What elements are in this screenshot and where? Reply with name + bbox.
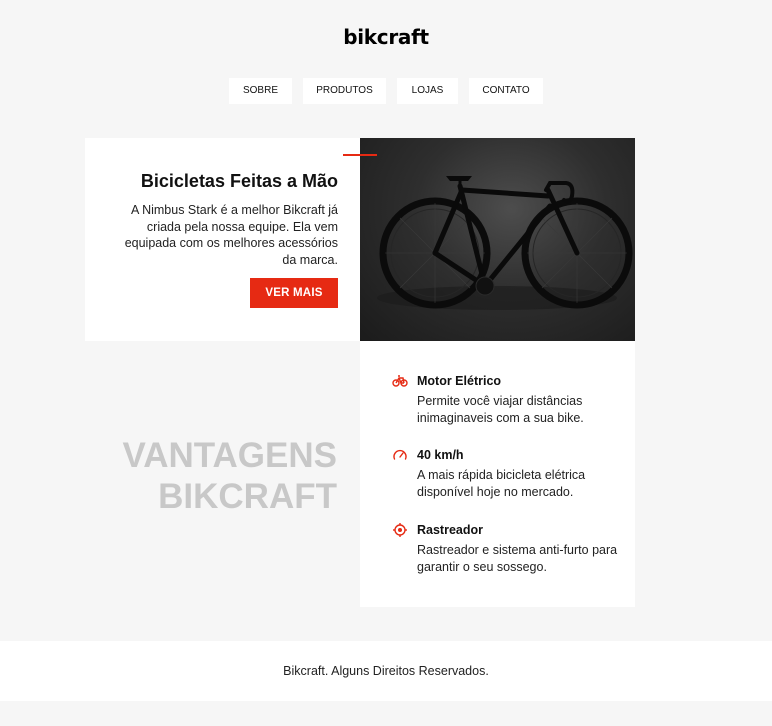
features-list: Motor Elétrico Permite você viajar distâ… xyxy=(360,341,635,607)
nav-sobre[interactable]: SOBRE xyxy=(229,78,292,104)
feature-title: Rastreador xyxy=(417,523,483,537)
footer-text: Bikcraft. Alguns Direitos Reservados. xyxy=(283,664,489,678)
intro-title: Bicicletas Feitas a Mão xyxy=(140,171,338,191)
intro-box: Bicicletas Feitas a Mão A Nimbus Stark é… xyxy=(85,138,360,341)
hero-bike-image xyxy=(360,138,635,341)
bike-icon xyxy=(392,375,408,387)
accent-line xyxy=(343,154,377,156)
feature-description: Permite você viajar distâncias inimagina… xyxy=(417,394,584,425)
bike-illustration xyxy=(377,176,633,310)
feature-title: Motor Elétrico xyxy=(417,374,502,388)
nav-contato[interactable]: CONTATO xyxy=(469,78,543,104)
feature-title: 40 km/h xyxy=(417,448,464,462)
footer: Bikcraft. Alguns Direitos Reservados. xyxy=(0,641,772,701)
vantagens-line-1: VANTAGENS xyxy=(122,436,337,475)
intro-text: A Nimbus Stark é a melhor Bikcraft já cr… xyxy=(124,203,338,268)
nav-produtos[interactable]: PRODUTOS xyxy=(303,78,386,104)
ver-mais-button[interactable]: VER MAIS xyxy=(250,278,338,308)
feature-description: Rastreador e sistema anti-furto para gar… xyxy=(417,543,618,574)
main-nav: SOBRE PRODUTOS LOJAS CONTATO xyxy=(0,78,772,104)
nav-lojas[interactable]: LOJAS xyxy=(397,78,458,104)
speedometer-icon xyxy=(393,449,407,460)
feature-description: A mais rápida bicicleta elétrica disponí… xyxy=(417,468,586,499)
vantagens-line-2: BIKCRAFT xyxy=(158,477,337,516)
target-icon xyxy=(393,523,407,537)
vantagens-heading: VANTAGENS BIKCRAFT xyxy=(122,435,337,517)
site-logo[interactable]: bikcraft xyxy=(0,25,772,49)
